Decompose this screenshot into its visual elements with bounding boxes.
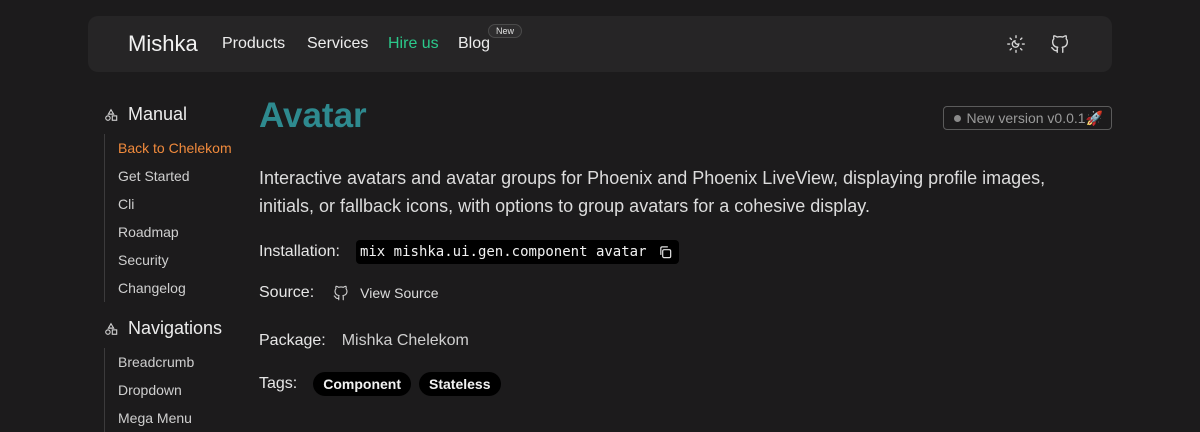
version-badge[interactable]: New version v0.0.1🚀 <box>942 106 1112 130</box>
sidebar-section-title: Manual <box>128 104 188 124</box>
nav-link-blog[interactable]: Blog <box>458 35 490 53</box>
github-icon <box>332 284 350 302</box>
sidebar-item-security[interactable]: Security <box>105 246 232 274</box>
installation-row: Installation: mix mishka.ui.gen.componen… <box>259 240 679 264</box>
sidebar-item-dropdown[interactable]: Dropdown <box>105 376 194 404</box>
status-dot <box>953 115 961 122</box>
theme-toggle-icon <box>1005 33 1027 55</box>
theme-toggle-button[interactable] <box>1004 32 1028 56</box>
tags-label: Tags: <box>259 375 298 392</box>
install-command-box[interactable]: mix mishka.ui.gen.component avatar <box>355 240 679 264</box>
install-command: mix mishka.ui.gen.component avatar <box>359 244 647 260</box>
sidebar-section-title: Navigations <box>128 318 223 338</box>
source-label: Source: <box>259 284 315 301</box>
tag-stateless[interactable]: Stateless <box>419 372 501 396</box>
shapes-icon <box>104 322 120 336</box>
github-button[interactable] <box>1048 32 1072 56</box>
package-value: Mishka Chelekom <box>341 332 469 349</box>
package-row: Package: Mishka Chelekom <box>259 332 469 350</box>
shapes-icon <box>104 108 120 122</box>
blog-new-badge: New <box>488 24 523 38</box>
copy-button[interactable] <box>657 243 675 261</box>
source-row: Source: View Source <box>259 284 438 302</box>
sidebar-item-breadcrumb[interactable]: Breadcrumb <box>105 348 194 376</box>
sidebar-item-roadmap[interactable]: Roadmap <box>105 218 232 246</box>
github-icon <box>1049 33 1071 55</box>
installation-label: Installation: <box>259 243 340 260</box>
sidebar-item-back-to-chelekom[interactable]: Back to Chelekom <box>105 134 232 162</box>
copy-icon <box>658 245 673 260</box>
tag-component[interactable]: Component <box>313 372 412 396</box>
nav-link-services[interactable]: Services <box>307 35 368 53</box>
page-description: Interactive avatars and avatar groups fo… <box>259 168 1046 216</box>
package-label: Package: <box>259 332 326 349</box>
sidebar-list-navigations: Breadcrumb Dropdown Mega Menu <box>104 348 194 432</box>
version-badge-text: New version v0.0.1 <box>966 110 1086 126</box>
nav-link-products[interactable]: Products <box>222 35 285 53</box>
sidebar-item-cli[interactable]: Cli <box>105 190 232 218</box>
brand-logo-text[interactable]: Mishka <box>128 31 198 57</box>
sidebar-section-navigations: Navigations <box>104 318 222 339</box>
nav-link-hire-us[interactable]: Hire us <box>388 35 439 53</box>
sidebar-item-get-started[interactable]: Get Started <box>105 162 232 190</box>
page-title: Avatar <box>259 96 367 135</box>
sidebar-item-changelog[interactable]: Changelog <box>105 274 232 302</box>
rocket-icon: 🚀 <box>1085 110 1103 126</box>
view-source-text: View Source <box>360 285 439 301</box>
sidebar-list-manual: Back to Chelekom Get Started Cli Roadmap… <box>104 134 232 302</box>
sidebar-section-manual: Manual <box>104 104 187 125</box>
tags-row: Tags: Component Stateless <box>259 372 501 396</box>
top-navbar: Mishka Products Services Hire us Blog Ne… <box>88 16 1112 72</box>
view-source-link[interactable]: View Source <box>332 284 438 302</box>
